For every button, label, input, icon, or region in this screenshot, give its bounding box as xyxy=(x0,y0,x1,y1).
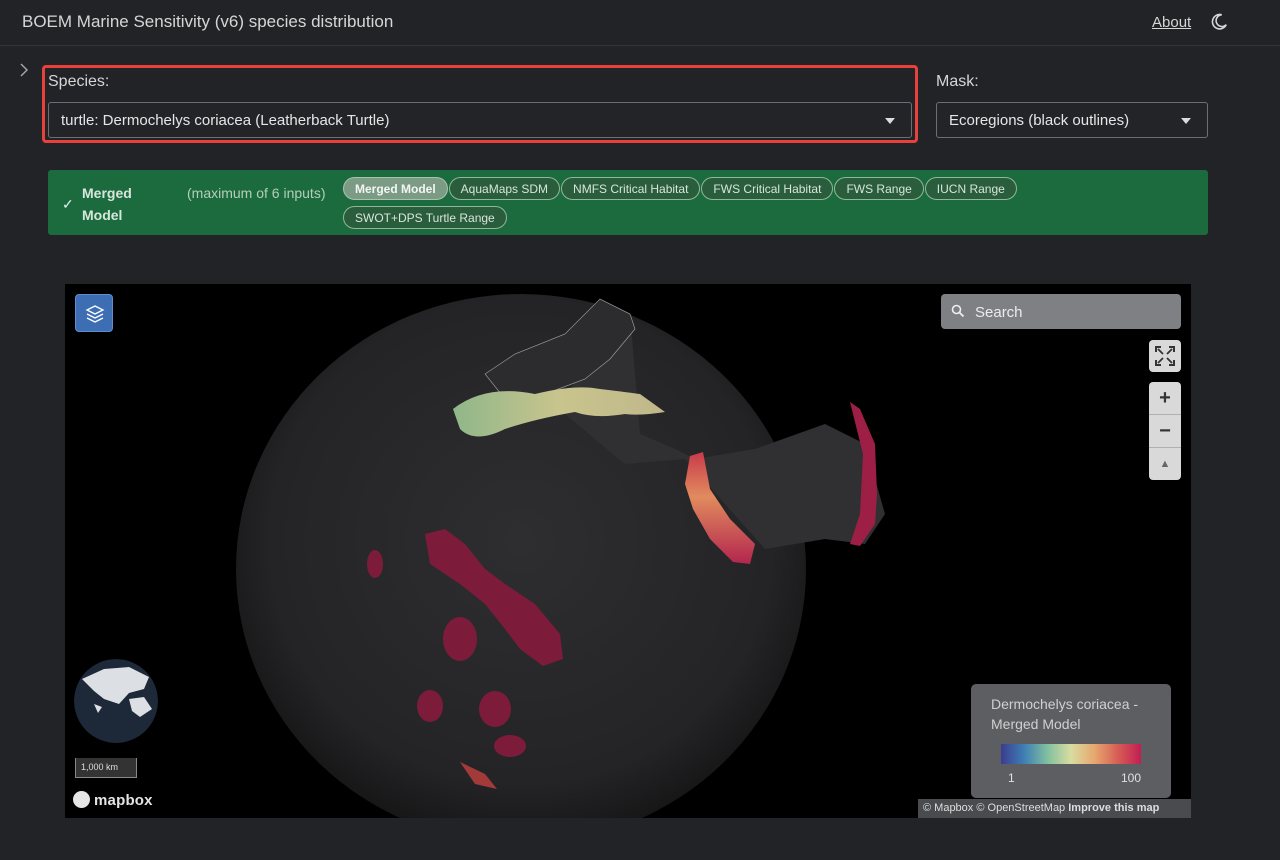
mask-select-value: Ecoregions (black outlines) xyxy=(949,112,1130,129)
app-title: BOEM Marine Sensitivity (v6) species dis… xyxy=(22,12,394,31)
pacific-habitat-patch xyxy=(479,691,511,727)
layers-icon xyxy=(85,305,105,323)
legend-color-ramp xyxy=(1001,744,1141,764)
minimap-globe xyxy=(74,659,158,743)
species-label: Species: xyxy=(48,73,110,90)
model-chip-list: Merged Model AquaMaps SDM NMFS Critical Ha… xyxy=(343,177,1063,235)
top-bar: BOEM Marine Sensitivity (v6) species dis… xyxy=(0,0,1280,46)
pacific-habitat-patch xyxy=(417,690,443,722)
zoom-out-button[interactable]: − xyxy=(1149,415,1181,447)
mapbox-logo-text: mapbox xyxy=(94,792,153,809)
model-banner: ✓ Merged Model (maximum of 6 inputs) Mer… xyxy=(48,170,1208,235)
legend-min-label: 1 xyxy=(1008,771,1015,785)
map-search-box[interactable] xyxy=(941,294,1181,329)
model-chip-swot-dps-turtle-range[interactable]: SWOT+DPS Turtle Range xyxy=(343,206,507,229)
fullscreen-icon xyxy=(1155,346,1175,366)
map-search-input[interactable] xyxy=(975,302,1165,322)
pacific-habitat-patch xyxy=(443,617,477,661)
pacific-habitat-patch xyxy=(367,550,383,578)
compass-button[interactable]: ▲ xyxy=(1149,448,1181,480)
dark-mode-moon-icon[interactable] xyxy=(1210,13,1228,31)
model-chip-aquamaps-sdm[interactable]: AquaMaps SDM xyxy=(448,177,561,200)
sidebar-toggle-chevron-icon[interactable] xyxy=(18,62,30,78)
layers-button[interactable] xyxy=(75,294,113,332)
check-icon: ✓ xyxy=(62,196,74,212)
zoom-controls: + − ▲ xyxy=(1149,382,1181,480)
map-attribution: © Mapbox © OpenStreetMap Improve this ma… xyxy=(918,799,1191,818)
model-chip-iucn-range[interactable]: IUCN Range xyxy=(924,177,1017,200)
fullscreen-button[interactable] xyxy=(1149,340,1181,372)
banner-subtitle: (maximum of 6 inputs) xyxy=(187,185,326,201)
legend-title: Dermochelys coriacea - Merged Model xyxy=(991,696,1139,732)
species-select[interactable]: turtle: Dermochelys coriacea (Leatherbac… xyxy=(48,102,912,138)
about-link[interactable]: About xyxy=(1152,14,1191,31)
banner-title: Merged Model xyxy=(82,185,132,223)
model-chip-nmfs-critical-habitat[interactable]: NMFS Critical Habitat xyxy=(561,177,701,200)
mask-select[interactable]: Ecoregions (black outlines) xyxy=(936,102,1208,138)
mapbox-logo[interactable]: mapbox xyxy=(73,791,153,809)
improve-map-link[interactable]: Improve this map xyxy=(1068,802,1159,814)
osm-attribution-link[interactable]: © OpenStreetMap xyxy=(976,802,1065,814)
legend-max-label: 100 xyxy=(1121,771,1142,785)
model-chip-fws-critical-habitat[interactable]: FWS Critical Habitat xyxy=(701,177,834,200)
mapbox-attribution-link[interactable]: © Mapbox xyxy=(923,802,973,814)
mapbox-logo-icon xyxy=(73,791,90,808)
species-select-value: turtle: Dermochelys coriacea (Leatherbac… xyxy=(61,112,390,129)
map-legend: Dermochelys coriacea - Merged Model 1 10… xyxy=(971,684,1171,798)
pacific-habitat-patch xyxy=(494,735,526,757)
model-chip-merged-model[interactable]: Merged Model xyxy=(343,177,448,200)
scale-bar: 1,000 km xyxy=(75,758,137,778)
mask-dropdown-caret-icon xyxy=(1181,118,1191,124)
overview-minimap[interactable] xyxy=(74,659,158,743)
zoom-in-button[interactable]: + xyxy=(1149,382,1181,414)
species-dropdown-caret-icon xyxy=(885,118,895,124)
map-view[interactable]: + − ▲ 1,000 km mapbox Dermochelys coriac… xyxy=(65,284,1191,818)
model-chip-fws-range[interactable]: FWS Range xyxy=(834,177,924,200)
search-icon xyxy=(951,304,965,318)
mask-label: Mask: xyxy=(936,73,979,90)
